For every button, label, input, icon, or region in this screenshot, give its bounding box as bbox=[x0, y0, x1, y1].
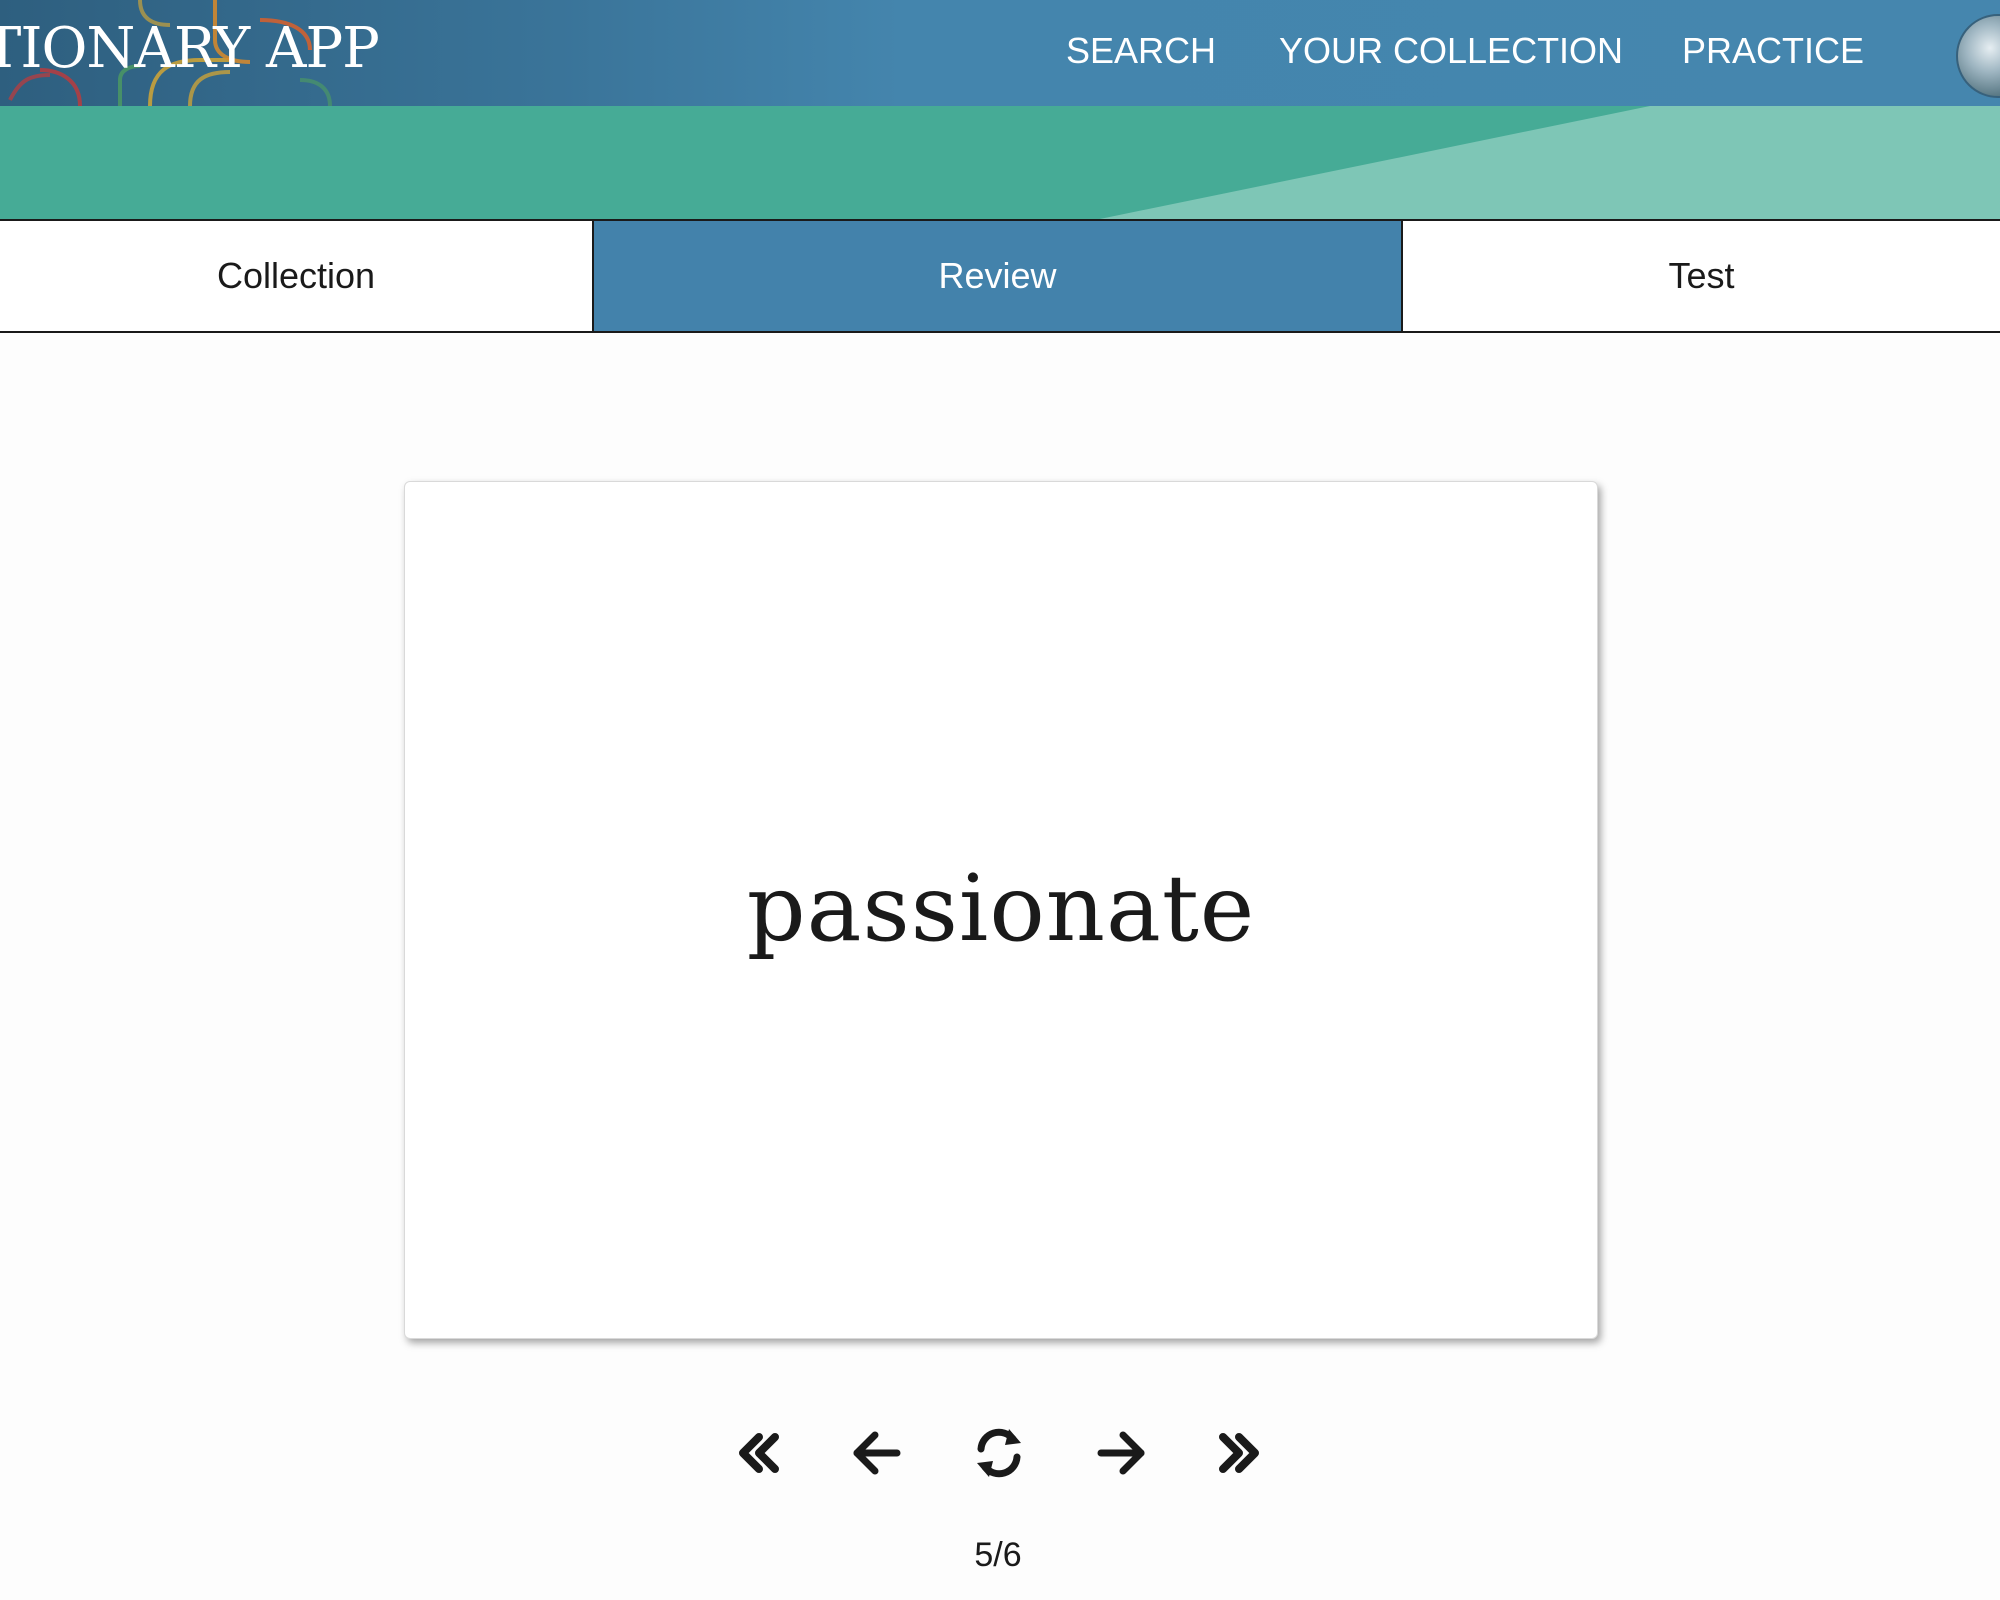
double-chevron-right-icon bbox=[1219, 1433, 1259, 1473]
previous-card-button[interactable] bbox=[844, 1420, 910, 1486]
tab-review[interactable]: Review bbox=[592, 221, 1403, 331]
app-header: TIONARY APP SEARCH YOUR COLLECTION PRACT… bbox=[0, 0, 2000, 106]
nav-practice-link[interactable]: PRACTICE bbox=[1682, 30, 1864, 72]
arrow-left-icon bbox=[853, 1431, 901, 1475]
refresh-icon bbox=[977, 1428, 1021, 1478]
user-avatar[interactable] bbox=[1956, 14, 2000, 98]
last-card-button[interactable] bbox=[1206, 1420, 1272, 1486]
tab-test[interactable]: Test bbox=[1403, 221, 2000, 331]
flashcard[interactable]: passionate bbox=[404, 481, 1598, 1339]
tab-collection[interactable]: Collection bbox=[0, 221, 592, 331]
card-counter-text: 5/6 bbox=[974, 1536, 1022, 1574]
first-card-button[interactable] bbox=[726, 1420, 792, 1486]
decorative-band bbox=[0, 106, 2000, 220]
flip-card-button[interactable] bbox=[966, 1420, 1032, 1486]
nav-search-link[interactable]: SEARCH bbox=[1066, 30, 1216, 72]
flashcard-word: passionate bbox=[746, 854, 1256, 962]
review-tabs: Collection Review Test bbox=[0, 219, 2000, 333]
double-chevron-left-icon bbox=[739, 1433, 779, 1473]
app-logo-text[interactable]: TIONARY APP bbox=[0, 16, 380, 81]
flashcard-controls bbox=[0, 1420, 2000, 1490]
arrow-right-icon bbox=[1097, 1431, 1145, 1475]
next-card-button[interactable] bbox=[1088, 1420, 1154, 1486]
nav-your-collection-link[interactable]: YOUR COLLECTION bbox=[1279, 30, 1623, 72]
card-counter: 5/6 bbox=[0, 1536, 2000, 1575]
